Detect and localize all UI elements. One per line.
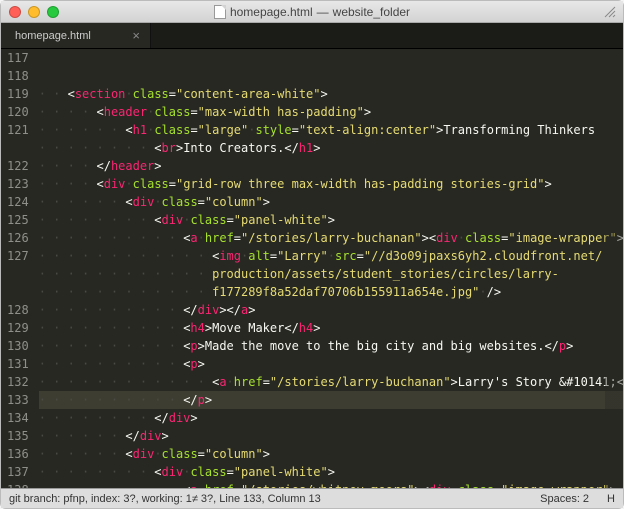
line-number: 137 xyxy=(7,463,29,481)
line-number: 118 xyxy=(7,67,29,85)
line-number: 134 xyxy=(7,409,29,427)
close-icon[interactable]: × xyxy=(132,28,140,43)
code-line[interactable]: · · · · · · <div·class="column"> xyxy=(39,445,623,463)
line-number: 124 xyxy=(7,193,29,211)
code-line[interactable]: · · · · · · · · · · · · <a·href="/storie… xyxy=(39,373,623,391)
line-number: 128 xyxy=(7,301,29,319)
line-number: 132 xyxy=(7,373,29,391)
line-number: 123 xyxy=(7,175,29,193)
titlebar: homepage.html — website_folder xyxy=(1,1,623,23)
code-line[interactable] xyxy=(39,67,623,85)
code-line[interactable]: · · · · · · · · <br>Into Creators.</h1> xyxy=(39,139,623,157)
line-number: 133 xyxy=(7,391,29,409)
resize-icon[interactable] xyxy=(603,5,617,19)
status-bar: git branch: pfnp, index: 3?, working: 1≠… xyxy=(1,488,623,508)
minimap[interactable] xyxy=(605,49,623,488)
window-title: homepage.html — website_folder xyxy=(1,5,623,19)
code-content[interactable]: · · <section·class="content-area-white">… xyxy=(39,49,623,488)
editor-area[interactable]: 117118119120121 122123124125126127 12812… xyxy=(1,49,623,488)
code-line[interactable]: · · · · · · <h1·class="large"·style="tex… xyxy=(39,121,623,139)
line-number: 136 xyxy=(7,445,29,463)
title-sep: — xyxy=(317,5,329,19)
line-number xyxy=(7,265,29,283)
code-line[interactable]: · · · · <div·class="grid-row three max-w… xyxy=(39,175,623,193)
code-line[interactable]: · · · · · · </div> xyxy=(39,427,623,445)
code-line[interactable]: · · · · · · · · · · <p>Made the move to … xyxy=(39,337,623,355)
code-line[interactable]: · · · · · · <div·class="column"> xyxy=(39,193,623,211)
line-number: 119 xyxy=(7,85,29,103)
line-gutter: 117118119120121 122123124125126127 12812… xyxy=(1,49,39,488)
line-number: 130 xyxy=(7,337,29,355)
line-number: 129 xyxy=(7,319,29,337)
code-line[interactable] xyxy=(39,49,623,67)
line-number: 117 xyxy=(7,49,29,67)
tab-label: homepage.html xyxy=(15,30,91,42)
code-line[interactable]: · · · · · · · · · · · · <img·alt="Larry"… xyxy=(39,247,623,265)
code-line[interactable]: · · · · · · · · <div·class="panel-white"… xyxy=(39,463,623,481)
line-number xyxy=(7,283,29,301)
code-line[interactable]: · · · · · · · · · · <a·href="/stories/la… xyxy=(39,229,623,247)
line-number: 122 xyxy=(7,157,29,175)
title-folder: website_folder xyxy=(333,5,410,19)
code-line[interactable]: · · · · · · · · · · <h4>Move Maker</h4> xyxy=(39,319,623,337)
title-file: homepage.html xyxy=(230,5,313,19)
line-number: 121 xyxy=(7,121,29,139)
code-line[interactable]: · · · · <header·class="max-width has-pad… xyxy=(39,103,623,121)
code-line[interactable]: · · · · · · · · · · <p> xyxy=(39,355,623,373)
code-line[interactable]: · · · · · · · · · · · · f177289f8a52daf7… xyxy=(39,283,623,301)
line-number: 120 xyxy=(7,103,29,121)
code-line[interactable]: · · · · · · · · · · <a·href="/stories/wh… xyxy=(39,481,623,488)
status-spaces[interactable]: Spaces: 2 xyxy=(540,493,589,505)
code-line[interactable]: · · · · · · · · · · </p> xyxy=(39,391,623,409)
tab-bar: homepage.html × xyxy=(1,23,623,49)
line-number: 135 xyxy=(7,427,29,445)
line-number: 125 xyxy=(7,211,29,229)
code-line[interactable]: · · · · · · · · · · · · production/asset… xyxy=(39,265,623,283)
status-git[interactable]: git branch: pfnp, index: 3?, working: 1≠… xyxy=(9,493,321,505)
line-number xyxy=(7,139,29,157)
code-line[interactable]: · · · · · · · · · · </div></a> xyxy=(39,301,623,319)
line-number: 127 xyxy=(7,247,29,265)
tab-homepage[interactable]: homepage.html × xyxy=(1,23,151,48)
line-number: 126 xyxy=(7,229,29,247)
file-icon xyxy=(214,5,226,19)
line-number: 138 xyxy=(7,481,29,488)
line-number: 131 xyxy=(7,355,29,373)
code-line[interactable]: · · · · · · · · </div> xyxy=(39,409,623,427)
code-line[interactable]: · · <section·class="content-area-white"> xyxy=(39,85,623,103)
code-line[interactable]: · · · · · · · · <div·class="panel-white"… xyxy=(39,211,623,229)
code-line[interactable]: · · · · </header> xyxy=(39,157,623,175)
status-syntax[interactable]: H xyxy=(607,493,615,505)
